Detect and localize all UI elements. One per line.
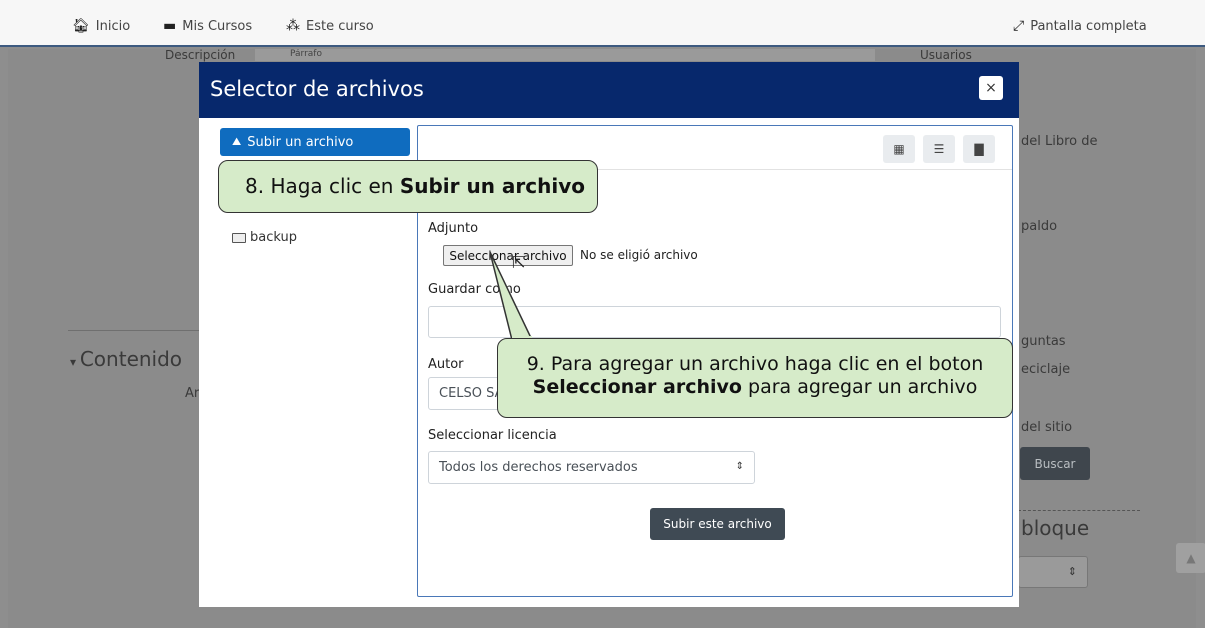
step8-bold: Subir un archivo	[399, 174, 586, 198]
autor-label: Autor	[428, 357, 464, 372]
nav-pantalla-completa-label: Pantalla completa	[1030, 18, 1147, 34]
folder-view-icon[interactable]: ▇	[963, 135, 995, 163]
step9-suffix: para agregar un archivo	[741, 376, 978, 398]
licencia-value: Todos los derechos reservados	[439, 460, 638, 475]
top-navbar: 🏠︎ Inicio ▬ Mis Cursos ⁂ Este curso ⤢ Pa…	[0, 0, 1205, 47]
select-arrows-icon: ⇕	[735, 461, 744, 472]
step9-line1: 9. Para agregar un archivo haga clic en …	[526, 353, 984, 375]
bg-contenido-label: Contenido	[79, 347, 183, 371]
backup-icon	[232, 232, 246, 243]
scroll-top-icon: ▲	[1176, 543, 1205, 573]
dialog-header: Selector de archivos ×	[199, 62, 1019, 118]
file-status: No se eligió archivo	[580, 248, 698, 262]
bg-rule	[68, 330, 203, 331]
select-file-button[interactable]: Seleccionar archivo	[443, 245, 573, 266]
bg-buscar-button: Buscar	[1020, 447, 1090, 480]
home-icon: 🏠︎	[72, 18, 90, 34]
bg-block-select: ⇕	[1018, 556, 1088, 588]
bg-contenido: ▾ Contenido	[70, 347, 182, 371]
mouse-cursor-icon: ⇱	[512, 253, 526, 272]
adjunto-label: Adjunto	[428, 221, 479, 236]
bg-parrafo: Párrafo	[290, 49, 322, 59]
bg-ar: Ar	[185, 386, 200, 401]
nav-este-curso-label: Este curso	[306, 18, 374, 34]
callout-step-9: 9. Para agregar un archivo haga clic en …	[497, 338, 1013, 418]
upload-submit-button[interactable]: Subir este archivo	[650, 508, 785, 540]
bg-del-sitio: del sitio	[1021, 420, 1073, 435]
close-button[interactable]: ×	[979, 76, 1003, 100]
nav-inicio-label: Inicio	[95, 18, 131, 34]
bg-bloque: bloque	[1021, 516, 1090, 540]
nav-mis-cursos-label: Mis Cursos	[182, 18, 253, 34]
file-picker-dialog: Selector de archivos × ⛰ Subir un archiv…	[199, 62, 1019, 607]
bg-editor-toolbar: Párrafo	[255, 49, 875, 61]
bg-divider	[1018, 510, 1140, 511]
step8-prefix: 8. Haga clic en	[245, 174, 400, 198]
sitemap-icon: ⁂	[286, 18, 300, 34]
licencia-select[interactable]: Todos los derechos reservados ⇕	[428, 451, 755, 484]
bg-libro-de: del Libro de	[1021, 134, 1098, 149]
repo-upload-file[interactable]: ⛰ Subir un archivo	[220, 128, 410, 156]
grid-view-icon[interactable]: ▦	[883, 135, 915, 163]
repo-upload-label: Subir un archivo	[247, 134, 354, 150]
bg-preguntas: guntas	[1021, 334, 1066, 349]
repo-backup-label: backup	[250, 230, 297, 245]
bg-usuarios: Usuarios	[920, 48, 972, 62]
expand-icon: ⤢	[1013, 18, 1025, 34]
list-view-icon[interactable]: ☰	[923, 135, 955, 163]
guardar-como-input[interactable]	[428, 306, 1001, 338]
briefcase-icon: ▬	[163, 18, 177, 34]
nav-pantalla-completa[interactable]: ⤢ Pantalla completa	[1013, 18, 1147, 34]
nav-este-curso[interactable]: ⁂ Este curso	[286, 18, 374, 34]
guardar-como-label: Guardar como	[428, 282, 521, 297]
bg-select-arrow-icon: ⇕	[1067, 565, 1077, 578]
caret-down-icon: ▾	[70, 355, 80, 369]
upload-icon: ⛰	[232, 135, 242, 148]
nav-mis-cursos[interactable]: ▬ Mis Cursos	[163, 18, 252, 34]
repo-backup[interactable]: backup	[232, 230, 297, 245]
bg-reciclaje: eciclaje	[1021, 362, 1071, 377]
licencia-label: Seleccionar licencia	[428, 428, 557, 443]
dialog-title: Selector de archivos	[210, 77, 424, 101]
step9-bold: Seleccionar archivo	[532, 376, 742, 398]
bg-respaldo: paldo	[1021, 219, 1058, 234]
callout-step-8: 8. Haga clic en Subir un archivo	[218, 160, 598, 213]
bg-descripcion: Descripción	[165, 48, 236, 62]
nav-inicio[interactable]: 🏠︎ Inicio	[72, 18, 130, 34]
